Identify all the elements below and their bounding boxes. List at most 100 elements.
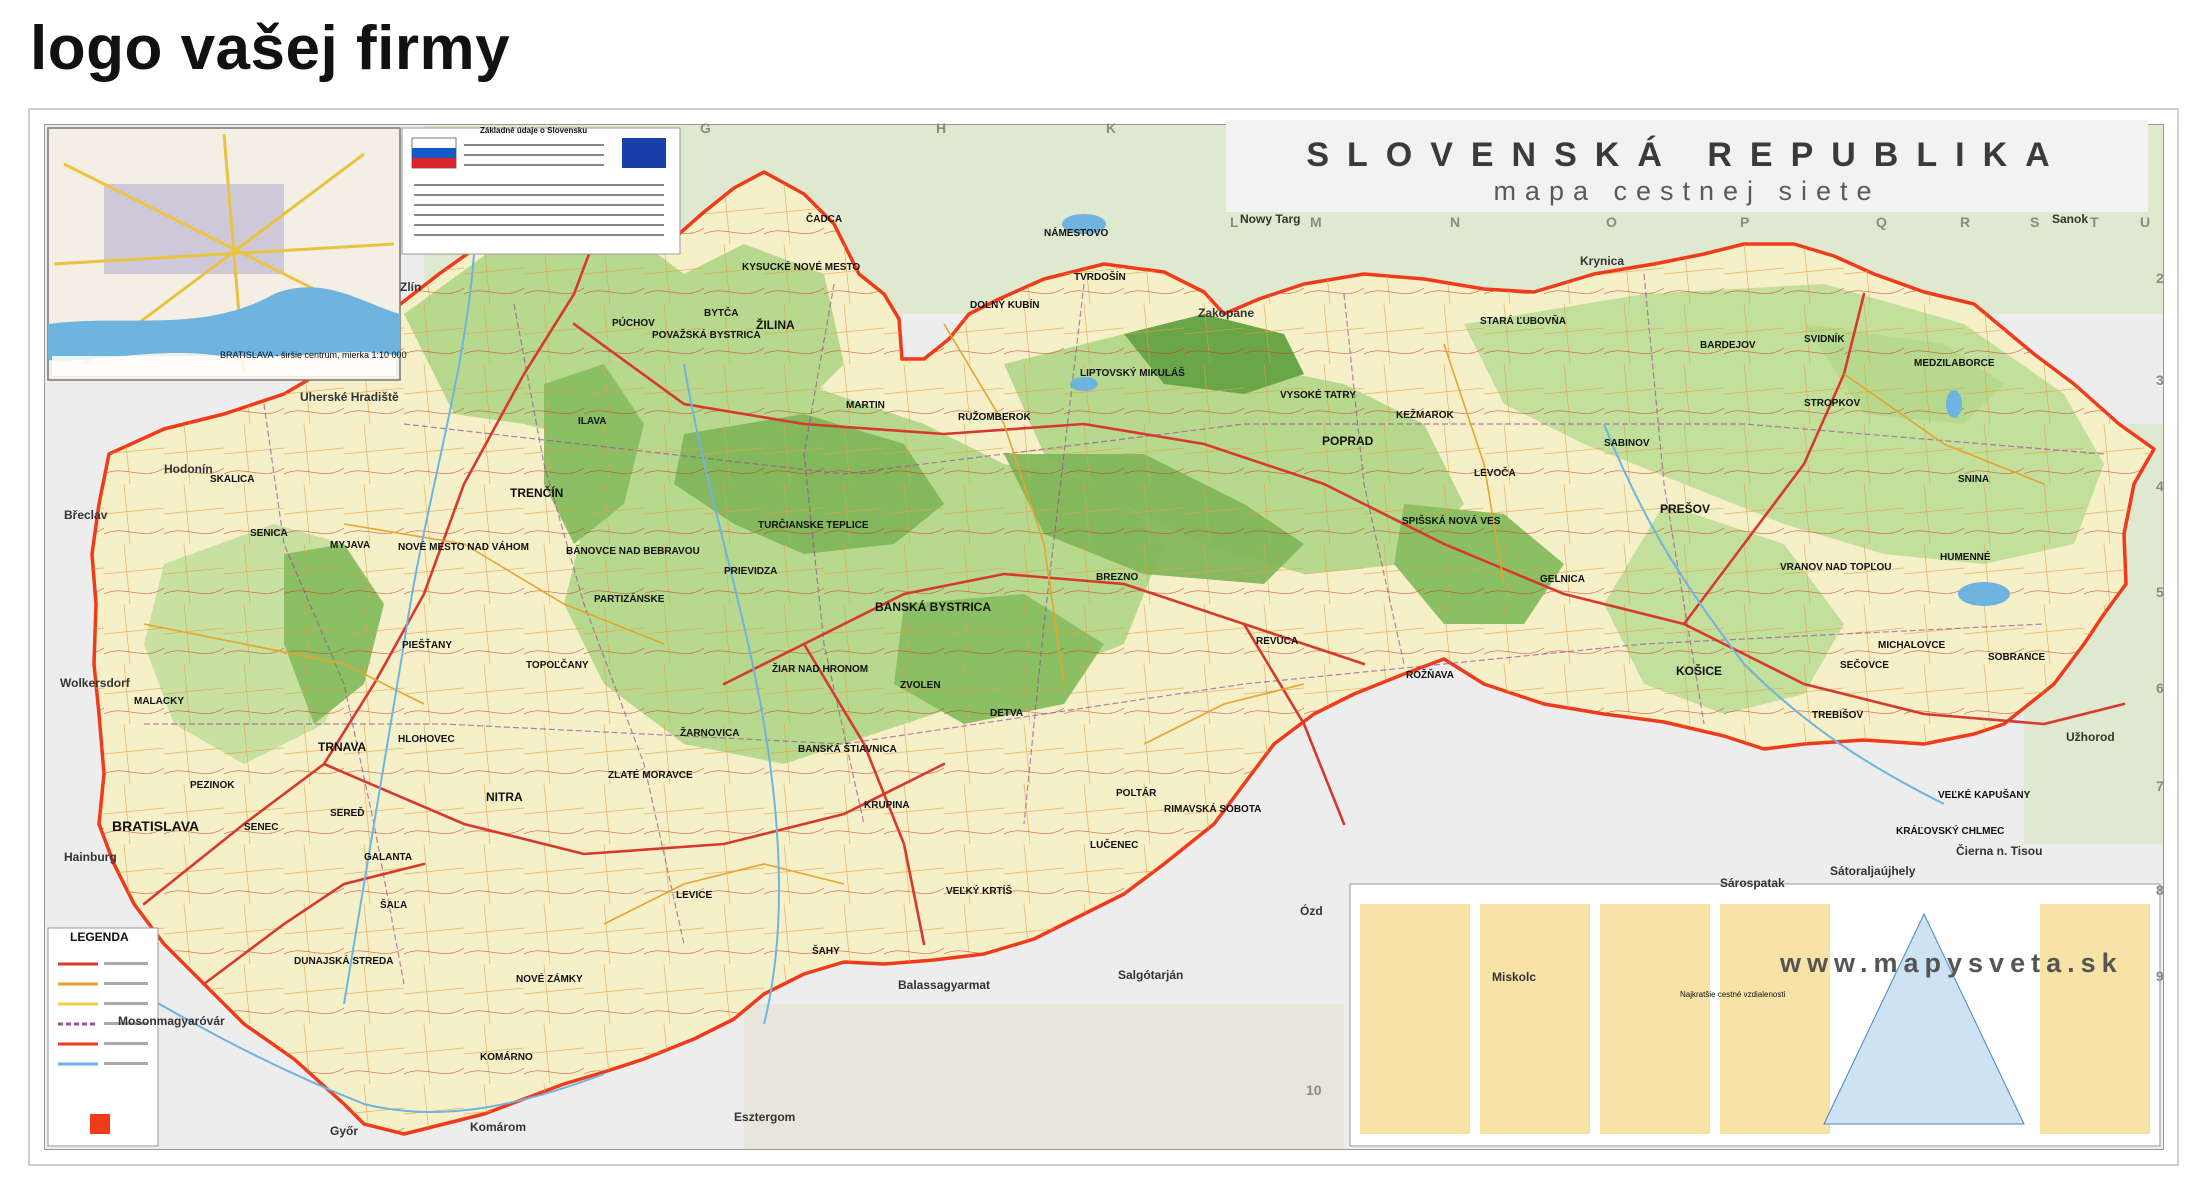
- city-label[interactable]: ŽARNOVICA: [680, 728, 739, 739]
- city-label[interactable]: KYSUCKÉ NOVÉ MESTO: [742, 262, 860, 273]
- city-label[interactable]: TRENČÍN: [510, 486, 563, 500]
- city-label[interactable]: MICHALOVCE: [1878, 640, 1945, 651]
- city-label[interactable]: STARÁ ĽUBOVŇA: [1480, 316, 1566, 327]
- foreign-city-label[interactable]: Zlín: [400, 280, 421, 294]
- city-label[interactable]: MALACKY: [134, 696, 184, 707]
- city-label[interactable]: VEĽKÉ KAPUŠANY: [1938, 790, 2030, 801]
- city-label[interactable]: SNINA: [1958, 474, 1989, 485]
- foreign-city-label[interactable]: Krynica: [1580, 254, 1624, 268]
- city-label[interactable]: RIMAVSKÁ SOBOTA: [1164, 804, 1261, 815]
- city-label[interactable]: GELNICA: [1540, 574, 1585, 585]
- city-label[interactable]: POLTÁR: [1116, 788, 1156, 799]
- foreign-city-label[interactable]: Břeclav: [64, 508, 107, 522]
- city-label[interactable]: HLOHOVEC: [398, 734, 455, 745]
- city-label[interactable]: ŠAĽA: [380, 900, 407, 911]
- foreign-city-label[interactable]: Nowy Targ: [1240, 212, 1300, 226]
- foreign-city-label[interactable]: Esztergom: [734, 1110, 795, 1124]
- city-label[interactable]: REVÚCA: [1256, 636, 1298, 647]
- city-label[interactable]: KRUPINA: [864, 800, 910, 811]
- city-label[interactable]: PREŠOV: [1660, 502, 1710, 516]
- city-label[interactable]: LEVICE: [676, 890, 712, 901]
- city-label[interactable]: SEČOVCE: [1840, 660, 1889, 671]
- city-label[interactable]: KEŽMAROK: [1396, 410, 1454, 421]
- city-label[interactable]: NOVÉ ZÁMKY: [516, 974, 583, 985]
- foreign-city-label[interactable]: Uherské Hradiště: [300, 390, 399, 404]
- foreign-city-label[interactable]: Ózd: [1300, 904, 1323, 918]
- city-label[interactable]: SABINOV: [1604, 438, 1650, 449]
- city-label[interactable]: NOVÉ MESTO NAD VÁHOM: [398, 542, 529, 553]
- city-label[interactable]: VEĽKÝ KRTÍŠ: [946, 886, 1012, 897]
- foreign-city-label[interactable]: Užhorod: [2066, 730, 2115, 744]
- city-label[interactable]: BÁNOVCE NAD BEBRAVOU: [566, 546, 700, 557]
- city-label[interactable]: PRIEVIDZA: [724, 566, 777, 577]
- city-label[interactable]: ČADCA: [806, 214, 842, 225]
- city-label[interactable]: PÚCHOV: [612, 318, 655, 329]
- foreign-city-label[interactable]: Győr: [330, 1124, 358, 1138]
- city-label[interactable]: VRANOV NAD TOPĽOU: [1780, 562, 1892, 573]
- city-label[interactable]: BANSKÁ ŠTIAVNICA: [798, 744, 897, 755]
- foreign-city-label[interactable]: Zakopane: [1198, 306, 1254, 320]
- foreign-city-label[interactable]: Sanok: [2052, 212, 2088, 226]
- city-label[interactable]: BANSKÁ BYSTRICA: [875, 600, 991, 614]
- foreign-city-label[interactable]: Komárom: [470, 1120, 526, 1134]
- foreign-city-label[interactable]: Mosonmagyaróvár: [118, 1014, 225, 1028]
- city-label[interactable]: ZVOLEN: [900, 680, 941, 691]
- city-label[interactable]: SEREĎ: [330, 808, 364, 819]
- foreign-city-label[interactable]: Balassagyarmat: [898, 978, 990, 992]
- city-label[interactable]: VYSOKÉ TATRY: [1280, 390, 1356, 401]
- city-label[interactable]: DOLNÝ KUBÍN: [970, 300, 1039, 311]
- foreign-city-label[interactable]: Sárospatak: [1720, 876, 1785, 890]
- foreign-city-label[interactable]: Sátoraljaújhely: [1830, 864, 1915, 878]
- city-label[interactable]: HUMENNÉ: [1940, 552, 1991, 563]
- city-label[interactable]: SENEC: [244, 822, 278, 833]
- city-label[interactable]: BYTČA: [704, 308, 738, 319]
- city-label[interactable]: MYJAVA: [330, 540, 370, 551]
- city-label[interactable]: DETVA: [990, 708, 1023, 719]
- city-label[interactable]: BREZNO: [1096, 572, 1138, 583]
- foreign-city-label[interactable]: Hainburg: [64, 850, 117, 864]
- city-label[interactable]: TREBIŠOV: [1812, 710, 1863, 721]
- city-label[interactable]: SVIDNÍK: [1804, 334, 1845, 345]
- city-label[interactable]: ROŽŇAVA: [1406, 670, 1454, 681]
- city-label[interactable]: PARTIZÁNSKE: [594, 594, 664, 605]
- city-label[interactable]: DUNAJSKÁ STREDA: [294, 956, 393, 967]
- city-label[interactable]: SPIŠSKÁ NOVÁ VES: [1402, 516, 1500, 527]
- foreign-city-label[interactable]: Salgótarján: [1118, 968, 1183, 982]
- city-label[interactable]: MEDZILABORCE: [1914, 358, 1995, 369]
- city-label[interactable]: SKALICA: [210, 474, 254, 485]
- city-label[interactable]: ŠAHY: [812, 946, 840, 957]
- city-label[interactable]: BRATISLAVA: [112, 818, 199, 834]
- city-label[interactable]: GALANTA: [364, 852, 412, 863]
- city-label[interactable]: LEVOČA: [1474, 468, 1516, 479]
- city-label[interactable]: NITRA: [486, 790, 523, 804]
- city-label[interactable]: KOŠICE: [1676, 664, 1722, 678]
- city-label[interactable]: PIEŠŤANY: [402, 640, 452, 651]
- foreign-city-label[interactable]: Hodonín: [164, 462, 213, 476]
- city-label[interactable]: STROPKOV: [1804, 398, 1860, 409]
- foreign-city-label[interactable]: Wolkersdorf: [60, 676, 130, 690]
- bratislava-inset[interactable]: [47, 127, 401, 381]
- city-label[interactable]: TOPOĽČANY: [526, 660, 589, 671]
- city-label[interactable]: TVRDOŠÍN: [1074, 272, 1126, 283]
- city-label[interactable]: LIPTOVSKÝ MIKULÁŠ: [1080, 368, 1185, 379]
- city-label[interactable]: KOMÁRNO: [480, 1052, 533, 1063]
- city-label[interactable]: KRÁĽOVSKÝ CHLMEC: [1896, 826, 2004, 837]
- city-label[interactable]: LUČENEC: [1090, 840, 1138, 851]
- city-label[interactable]: ILAVA: [578, 416, 607, 427]
- city-label[interactable]: NÁMESTOVO: [1044, 228, 1108, 239]
- foreign-city-label[interactable]: Miskolc: [1492, 970, 1536, 984]
- city-label[interactable]: SOBRANCE: [1988, 652, 2045, 663]
- website-url[interactable]: www.mapysveta.sk: [1780, 948, 2123, 979]
- foreign-city-label[interactable]: Čierna n. Tisou: [1956, 844, 2042, 858]
- city-label[interactable]: SENICA: [250, 528, 288, 539]
- city-label[interactable]: ŽILINA: [756, 318, 795, 332]
- city-label[interactable]: POVAŽSKÁ BYSTRICA: [652, 330, 761, 341]
- city-label[interactable]: ŽIAR NAD HRONOM: [772, 664, 868, 675]
- city-label[interactable]: TURČIANSKE TEPLICE: [758, 520, 869, 531]
- city-label[interactable]: POPRAD: [1322, 434, 1373, 448]
- city-label[interactable]: ZLATÉ MORAVCE: [608, 770, 693, 781]
- city-label[interactable]: TRNAVA: [318, 740, 366, 754]
- city-label[interactable]: BARDEJOV: [1700, 340, 1756, 351]
- city-label[interactable]: PEZINOK: [190, 780, 234, 791]
- city-label[interactable]: MARTIN: [846, 400, 885, 411]
